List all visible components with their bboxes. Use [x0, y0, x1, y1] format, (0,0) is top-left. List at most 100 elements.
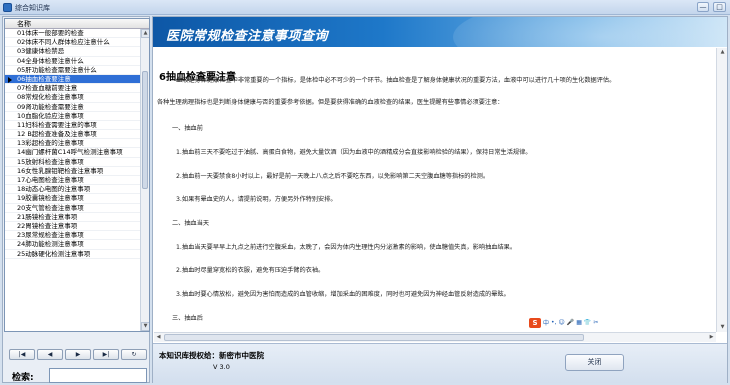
banner-decoration: [453, 17, 727, 47]
article-hscroll-thumb[interactable]: [164, 334, 584, 341]
article-scroll-down-icon[interactable]: ▼: [718, 323, 727, 332]
article-paragraph: 3.如果有晕血史的人，请提前说明，方便另外作特别安排。: [176, 196, 337, 203]
list-item[interactable]: 10血脂化验应注意事项: [5, 112, 141, 121]
version-text: V 3.0: [213, 363, 230, 371]
article-scroll-left-icon[interactable]: ◀: [154, 333, 163, 342]
banner: 医院常规检查注意事项查询: [153, 17, 727, 47]
topic-list: 名称 01体床一般部要的检查 02体床不同人群体检应注意什么 03健康体检禁忌 04全…: [4, 18, 150, 332]
left-panel: 名称 01体床一般部要的检查 02体床不同人群体检应注意什么 03健康体检禁忌 04全…: [2, 16, 150, 383]
list-scroll-thumb[interactable]: [142, 71, 148, 189]
list-item-label: 07检查血糖前要注意: [17, 84, 78, 93]
list-item[interactable]: 05肝功能检查需要注意什么: [5, 66, 141, 75]
list-item-label: 11妇科检查需要注意的事项: [17, 120, 97, 129]
search-input[interactable]: [49, 368, 147, 383]
refresh-button[interactable]: ↻: [121, 349, 147, 360]
list-item[interactable]: 17心电图检查注意事项: [5, 176, 141, 186]
article-horizontal-scrollbar[interactable]: ◀ ▶: [154, 332, 716, 342]
list-item-label: 01体床一般部要的检查: [17, 29, 84, 37]
ime-toolbar: S 中 •, ☺ 🎤 ▦ 👕 ✂: [529, 317, 598, 328]
list-item[interactable]: 11妇科检查需要注意的事项: [5, 120, 141, 131]
ime-tool-icon[interactable]: ▦: [576, 319, 582, 326]
minimize-button[interactable]: —: [697, 2, 709, 12]
list-item-label: 04全身体检要注意什么: [17, 56, 84, 65]
window-title: 综合知识库: [15, 4, 50, 12]
scroll-up-icon[interactable]: ▲: [141, 29, 149, 38]
list-item[interactable]: 24肺功能检测注意事项: [5, 240, 141, 250]
list-item-label: 08常规化检查注意事项: [17, 93, 84, 102]
list-item[interactable]: 18动态心电图的注意事项: [5, 185, 141, 195]
list-item[interactable]: 15放射科检查注意事项: [5, 158, 141, 167]
list-item-label: 17心电图检查注意事项: [17, 176, 84, 184]
search-label: 检索:: [12, 373, 34, 383]
article-paragraph: 2.抽血时尽量穿宽松的衣服，避免有压迫手臂的衣袖。: [176, 267, 325, 274]
close-button[interactable]: 关闭: [565, 354, 624, 371]
right-panel: 医院常规检查注意事项查询 6抽血检查要注意 血液是身体健康检查中非常重要的一个指…: [152, 16, 728, 383]
list-item-label: 24肺功能检测注意事项: [17, 240, 84, 249]
list-item[interactable]: 01体床一般部要的检查: [5, 29, 141, 39]
banner-title: 医院常规检查注意事项查询: [166, 29, 329, 44]
list-item[interactable]: 07检查血糖前要注意: [5, 84, 141, 94]
prev-record-button[interactable]: ◀: [37, 349, 63, 360]
article-paragraph: 各种生理病理指标也是判断身体健康与否的重要参考依据。但是要获得准确的血液检查的结…: [157, 99, 504, 106]
list-item[interactable]: 08常规化检查注意事项: [5, 93, 141, 103]
article-paragraph: 二、抽血当天: [172, 220, 210, 227]
scroll-down-icon[interactable]: ▼: [141, 322, 149, 331]
ime-tool-icon[interactable]: ✂: [593, 319, 598, 326]
first-record-button[interactable]: |◀: [9, 349, 35, 360]
article-paragraph: 2.抽血前一天要禁食8小时以上，最好是前一天晚上八点之后不要吃东西，以免影响第二…: [176, 173, 490, 180]
list-item-label: 25动脉硬化检测注意事项: [17, 249, 91, 258]
list-item[interactable]: 21肠镜检查注意事项: [5, 213, 141, 222]
list-item-label: 22胃镜检查注意事项: [17, 221, 78, 230]
article-vertical-scrollbar[interactable]: ▲ ▼: [716, 48, 727, 332]
article-scroll-right-icon[interactable]: ▶: [707, 333, 716, 342]
ime-tool-icon[interactable]: ☺: [558, 319, 564, 326]
list-scrollbar[interactable]: ▲ ▼: [140, 29, 149, 331]
article-scroll-up-icon[interactable]: ▲: [718, 48, 727, 57]
list-item[interactable]: 06抽血检查要注意: [5, 74, 141, 85]
record-navigator: |◀ ◀ ▶ ▶| ↻: [9, 349, 147, 361]
licensee-text: 本知识库授权给：新密市中医院: [159, 351, 264, 360]
list-item-label: 10血脂化验应注意事项: [17, 111, 84, 120]
article-paragraph: 1.抽血当天要早早上九点之前进行空腹采血，太晚了，会因为体内生理性内分泌激素的影…: [176, 244, 517, 251]
list-rows: 01体床一般部要的检查 02体床不同人群体检应注意什么 03健康体检禁忌 04全身体检…: [5, 29, 141, 259]
list-item[interactable]: 23尿常规检查注意事项: [5, 231, 141, 241]
list-item-label: 18动态心电图的注意事项: [17, 185, 91, 194]
list-item-label: 19胶囊镜检查注意事项: [17, 194, 84, 203]
last-record-button[interactable]: ▶|: [93, 349, 119, 360]
list-item-label: 05肝功能检查需要注意什么: [17, 65, 97, 74]
list-item[interactable]: 19胶囊镜检查注意事项: [5, 194, 141, 204]
list-item[interactable]: 22胃镜检查注意事项: [5, 221, 141, 232]
ime-tool-icon[interactable]: 👕: [584, 319, 591, 326]
list-item[interactable]: 12 B超检查准备及注意事项: [5, 130, 141, 140]
list-item-label: 20支气管检查注意事项: [17, 203, 84, 212]
list-item[interactable]: 16女性乳腺钼靶检查注意事项: [5, 167, 141, 176]
list-item-label: 16女性乳腺钼靶检查注意事项: [17, 166, 104, 175]
app-icon: [3, 3, 12, 12]
list-header-name: 名称: [5, 19, 149, 29]
ime-tool-icon[interactable]: 🎤: [567, 319, 574, 326]
maximize-button[interactable]: □: [713, 2, 726, 12]
article-paragraph: 血液是身体健康检查中非常重要的一个指标，是体检中必不可少的一个环节。抽血检查是了…: [176, 77, 616, 84]
article-paragraph: 一、抽血前: [172, 125, 203, 132]
list-item[interactable]: 09肾功能检查需要注意: [5, 103, 141, 112]
list-item[interactable]: 20支气管检查注意事项: [5, 204, 141, 213]
ime-tool-icon[interactable]: 中: [543, 318, 549, 327]
list-item-label: 14幽门螺杆菌C14呼气检测注意事项: [17, 148, 123, 157]
ime-logo-icon[interactable]: S: [529, 317, 541, 328]
current-row-marker-icon: [8, 76, 12, 83]
next-record-button[interactable]: ▶: [65, 349, 91, 360]
ime-tool-icon[interactable]: •,: [551, 319, 556, 326]
list-item[interactable]: 14幽门螺杆菌C14呼气检测注意事项: [5, 148, 141, 158]
list-item[interactable]: 25动脉硬化检测注意事项: [5, 250, 141, 259]
list-item[interactable]: 02体床不同人群体检应注意什么: [5, 38, 141, 48]
list-item-label: 21肠镜检查注意事项: [17, 212, 78, 221]
list-item-label: 06抽血检查要注意: [17, 74, 71, 83]
list-item-label: 02体床不同人群体检应注意什么: [17, 38, 110, 47]
article-paragraph: 三、抽血后: [172, 315, 203, 322]
list-item-label: 15放射科检查注意事项: [17, 157, 84, 166]
list-item[interactable]: 13彩超检查的注意事项: [5, 139, 141, 149]
article-view: 6抽血检查要注意 血液是身体健康检查中非常重要的一个指标，是体检中必不可少的一个…: [154, 48, 716, 332]
list-item[interactable]: 04全身体检要注意什么: [5, 57, 141, 66]
window-titlebar: 综合知识库 — □: [0, 0, 730, 15]
list-item[interactable]: 03健康体检禁忌: [5, 47, 141, 57]
